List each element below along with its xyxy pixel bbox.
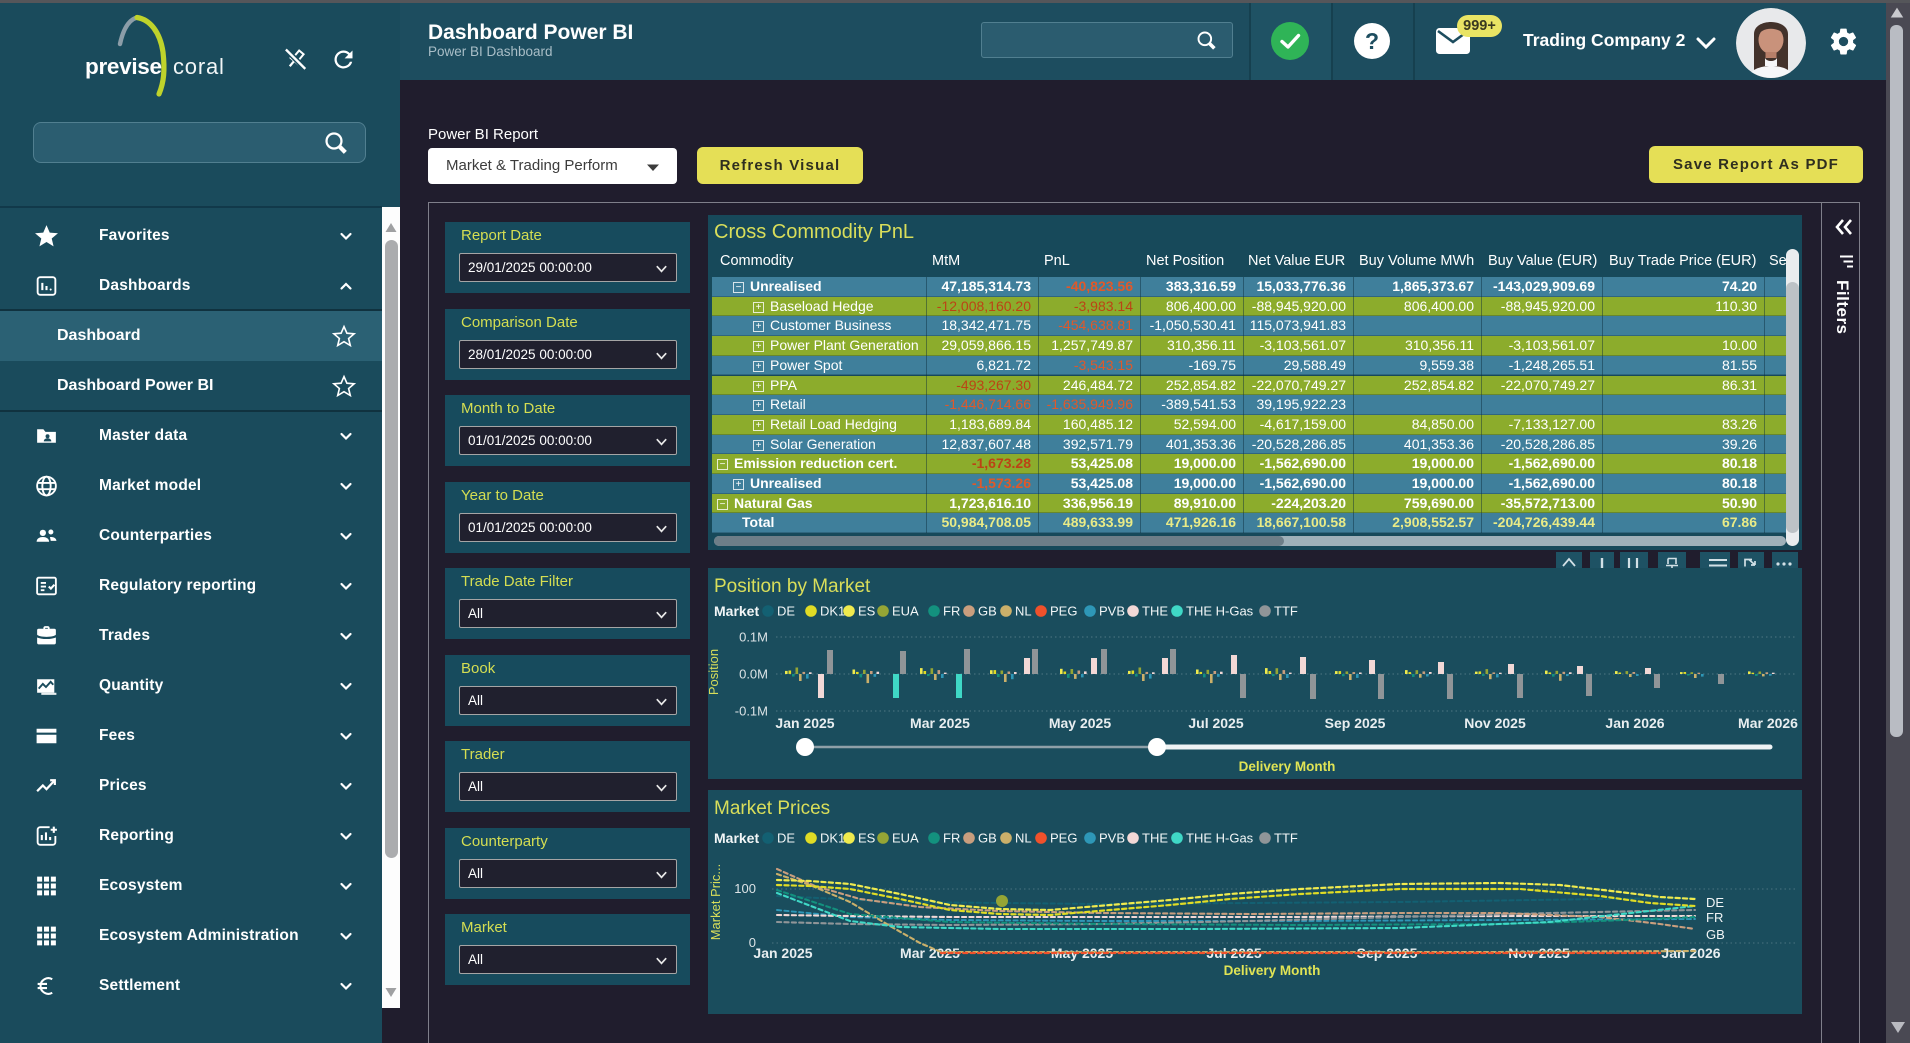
svg-text:Delivery Month: Delivery Month (1239, 759, 1336, 774)
svg-text:Sep 2025: Sep 2025 (1325, 715, 1386, 731)
svg-text:Market: Market (714, 603, 759, 619)
svg-text:DE: DE (1706, 895, 1724, 910)
svg-text:THE H-Gas: THE H-Gas (1186, 604, 1254, 619)
svg-text:FR: FR (943, 604, 960, 619)
svg-text:ES: ES (858, 604, 876, 619)
svg-text:100: 100 (734, 881, 756, 896)
svg-text:-0.1M: -0.1M (735, 704, 768, 719)
svg-text:THE H-Gas: THE H-Gas (1186, 831, 1254, 846)
svg-text:NL: NL (1015, 604, 1032, 619)
svg-text:Jan 2026: Jan 2026 (1661, 945, 1720, 961)
svg-text:Mar 2025: Mar 2025 (910, 715, 970, 731)
svg-text:Jan 2025: Jan 2025 (753, 945, 812, 961)
svg-text:GB: GB (978, 831, 997, 846)
svg-text:ES: ES (858, 831, 876, 846)
svg-text:FR: FR (1706, 910, 1723, 925)
svg-text:GB: GB (978, 604, 997, 619)
svg-text:Delivery Month: Delivery Month (1224, 963, 1321, 978)
svg-text:0.0M: 0.0M (739, 667, 768, 682)
svg-text:Jan 2025: Jan 2025 (775, 715, 834, 731)
svg-text:DK1: DK1 (820, 604, 845, 619)
svg-text:DE: DE (777, 604, 795, 619)
svg-text:0.1M: 0.1M (739, 630, 768, 645)
svg-text:PEG: PEG (1050, 604, 1077, 619)
svg-text:PEG: PEG (1050, 831, 1077, 846)
svg-text:THE: THE (1142, 604, 1168, 619)
svg-text:Nov 2025: Nov 2025 (1464, 715, 1526, 731)
svg-text:Position: Position (706, 649, 721, 695)
svg-text:PVB: PVB (1099, 604, 1125, 619)
svg-text:GB: GB (1706, 927, 1725, 942)
svg-text:NL: NL (1015, 831, 1032, 846)
svg-text:Jul 2025: Jul 2025 (1188, 715, 1243, 731)
svg-text:Mar 2026: Mar 2026 (1738, 715, 1798, 731)
svg-text:PVB: PVB (1099, 831, 1125, 846)
svg-text:DE: DE (777, 831, 795, 846)
svg-text:Market Pric...: Market Pric... (708, 864, 723, 941)
svg-text:Market: Market (714, 830, 759, 846)
svg-text:Position by Market: Position by Market (714, 576, 871, 597)
svg-text:THE: THE (1142, 831, 1168, 846)
svg-text:TTF: TTF (1274, 831, 1298, 846)
svg-text:Market Prices: Market Prices (714, 798, 830, 819)
svg-text:Jan 2026: Jan 2026 (1605, 715, 1664, 731)
svg-text:May 2025: May 2025 (1049, 715, 1111, 731)
svg-text:TTF: TTF (1274, 604, 1298, 619)
svg-text:DK1: DK1 (820, 831, 845, 846)
svg-text:EUA: EUA (892, 604, 919, 619)
svg-text:EUA: EUA (892, 831, 919, 846)
svg-text:FR: FR (943, 831, 960, 846)
